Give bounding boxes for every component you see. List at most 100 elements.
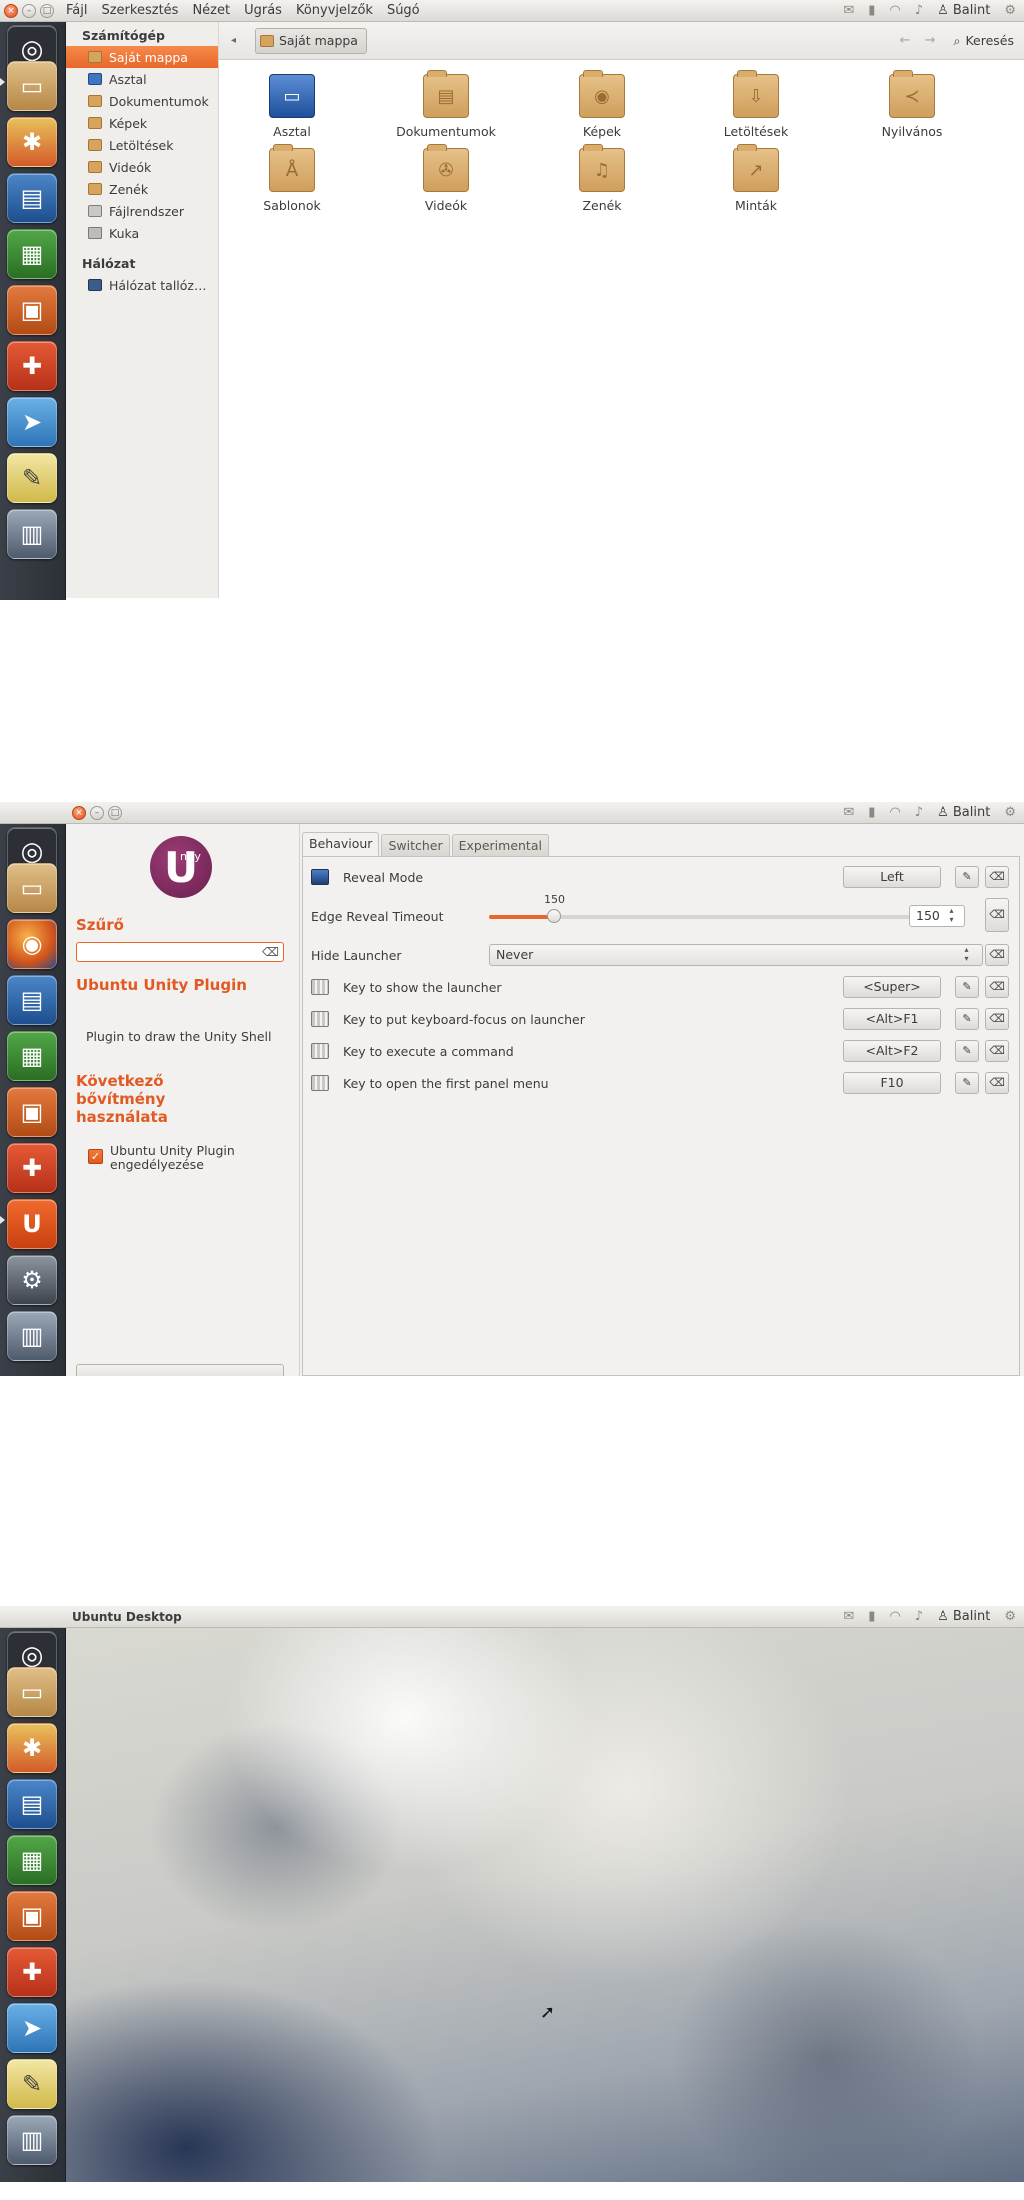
launcher-calc-icon[interactable]: ▦ [7,1031,57,1081]
menu-go[interactable]: Ugrás [244,3,282,18]
key-binding-button[interactable]: F10 [843,1072,941,1094]
battery-icon[interactable]: ▮ [868,3,875,18]
minimize-button[interactable]: – [90,805,104,820]
file-item[interactable]: ▭ Asztal [227,74,357,139]
sidebar-item-documents[interactable]: Dokumentumok [66,90,218,112]
mail-icon[interactable]: ✉ [843,3,854,18]
sidebar-item-videos[interactable]: Videók [66,156,218,178]
filter-input[interactable]: ⌫ [76,942,284,962]
file-item[interactable]: ♫ Zenék [537,144,667,213]
hide-launcher-combo[interactable]: Never [489,944,983,966]
volume-icon[interactable]: ♪ [915,3,923,18]
launcher-software-center-icon[interactable]: ✱ [7,117,57,167]
mail-icon[interactable]: ✉ [843,1609,854,1624]
sidebar-item-music[interactable]: Zenék [66,178,218,200]
wifi-icon[interactable]: ◠ [889,3,900,18]
user-menu[interactable]: ♙ Balint [937,805,990,820]
battery-icon[interactable]: ▮ [868,805,875,820]
volume-icon[interactable]: ♪ [915,805,923,820]
launcher-files-icon[interactable]: ▭ [7,863,57,913]
close-button[interactable]: × [72,805,86,820]
battery-icon[interactable]: ▮ [868,1609,875,1624]
launcher-impress-icon[interactable]: ▣ [7,1087,57,1137]
launcher-workspaces-icon[interactable]: ▥ [7,2115,57,2165]
launcher-text-editor-icon[interactable]: ✎ [7,453,57,503]
launcher-workspaces-icon[interactable]: ▥ [7,1311,57,1361]
key-binding-button[interactable]: <Alt>F1 [843,1008,941,1030]
reset-icon[interactable]: ⌫ [985,1008,1009,1030]
menu-view[interactable]: Nézet [192,3,230,18]
launcher-ubuntu-one-icon[interactable]: U [7,1199,57,1249]
menu-edit[interactable]: Szerkesztés [101,3,178,18]
minimize-button[interactable]: – [22,3,36,18]
file-item[interactable]: ✇ Videók [381,144,511,213]
tab-behaviour[interactable]: Behaviour [302,832,380,856]
launcher-files-icon[interactable]: ▭ [7,1667,57,1717]
user-menu[interactable]: ♙ Balint [937,1609,990,1624]
volume-icon[interactable]: ♪ [915,1609,923,1624]
launcher-impress-icon[interactable]: ▣ [7,285,57,335]
close-button[interactable]: × [4,3,18,18]
menu-help[interactable]: Súgó [387,3,420,18]
wifi-icon[interactable]: ◠ [889,805,900,820]
sidebar-item-downloads[interactable]: Letöltések [66,134,218,156]
launcher-cursor-app-icon[interactable]: ➤ [7,2003,57,2053]
launcher-writer-icon[interactable]: ▤ [7,975,57,1025]
wifi-icon[interactable]: ◠ [889,1609,900,1624]
sidebar-item-trash[interactable]: Kuka [66,222,218,244]
sidebar-item-browse-network[interactable]: Hálózat tallóz… [66,274,218,296]
launcher-settings-icon[interactable]: ✚ [7,1947,57,1997]
edit-icon[interactable]: ✎ [955,866,979,888]
slider-handle[interactable] [547,909,561,923]
gear-icon[interactable]: ⚙ [1004,3,1016,18]
file-item[interactable]: ◉ Képek [537,70,667,139]
sidebar-item-filesystem[interactable]: Fájlrendszer [66,200,218,222]
maximize-button[interactable]: □ [40,3,54,18]
file-item[interactable]: ≺ Nyilvános [847,70,977,139]
back-arrow-icon[interactable]: ← [900,33,911,48]
launcher-impress-icon[interactable]: ▣ [7,1891,57,1941]
launcher-calc-icon[interactable]: ▦ [7,1835,57,1885]
reset-icon[interactable]: ⌫ [985,1072,1009,1094]
edge-timeout-spinner[interactable]: 150 [909,905,965,927]
launcher-software-center-icon[interactable]: ✱ [7,1723,57,1773]
launcher-workspaces-icon[interactable]: ▥ [7,509,57,559]
launcher-settings-icon[interactable]: ✚ [7,341,57,391]
back-button[interactable] [76,1364,284,1376]
launcher-calc-icon[interactable]: ▦ [7,229,57,279]
file-item[interactable]: ⇩ Letöltések [691,70,821,139]
reset-icon[interactable]: ⌫ [985,898,1009,932]
launcher-writer-icon[interactable]: ▤ [7,1779,57,1829]
reset-icon[interactable]: ⌫ [985,1040,1009,1062]
search-button[interactable]: ⌕ Keresés [953,33,1014,49]
edit-icon[interactable]: ✎ [955,1040,979,1062]
edit-icon[interactable]: ✎ [955,1008,979,1030]
file-item[interactable]: Å Sablonok [227,144,357,213]
key-binding-button[interactable]: <Alt>F2 [843,1040,941,1062]
file-item[interactable]: ▤ Dokumentumok [381,70,511,139]
reset-icon[interactable]: ⌫ [985,976,1009,998]
edit-icon[interactable]: ✎ [955,976,979,998]
maximize-button[interactable]: □ [108,805,122,820]
breadcrumb[interactable]: Saját mappa [255,27,367,54]
reveal-mode-button[interactable]: Left [843,866,941,888]
sidebar-item-pictures[interactable]: Képek [66,112,218,134]
forward-arrow-icon[interactable]: → [925,33,936,48]
launcher-ccsm-icon[interactable]: ⚙ [7,1255,57,1305]
launcher-settings-icon[interactable]: ✚ [7,1143,57,1193]
menu-file[interactable]: Fájl [66,3,87,18]
tab-experimental[interactable]: Experimental [451,834,549,856]
edit-icon[interactable]: ✎ [955,1072,979,1094]
launcher-text-editor-icon[interactable]: ✎ [7,2059,57,2109]
launcher-writer-icon[interactable]: ▤ [7,173,57,223]
mail-icon[interactable]: ✉ [843,805,854,820]
desktop-wallpaper[interactable]: ➚ [66,1628,1024,2182]
tab-switcher[interactable]: Switcher [381,834,450,856]
file-item[interactable]: ↗ Minták [691,144,821,213]
edge-timeout-slider[interactable]: 150 [489,893,919,923]
key-binding-button[interactable]: <Super> [843,976,941,998]
sidebar-item-desktop[interactable]: Asztal [66,68,218,90]
enable-plugin-checkbox[interactable]: ✓ [88,1149,103,1164]
reset-icon[interactable]: ⌫ [985,944,1009,966]
menu-bookmarks[interactable]: Könyvjelzők [296,3,373,18]
